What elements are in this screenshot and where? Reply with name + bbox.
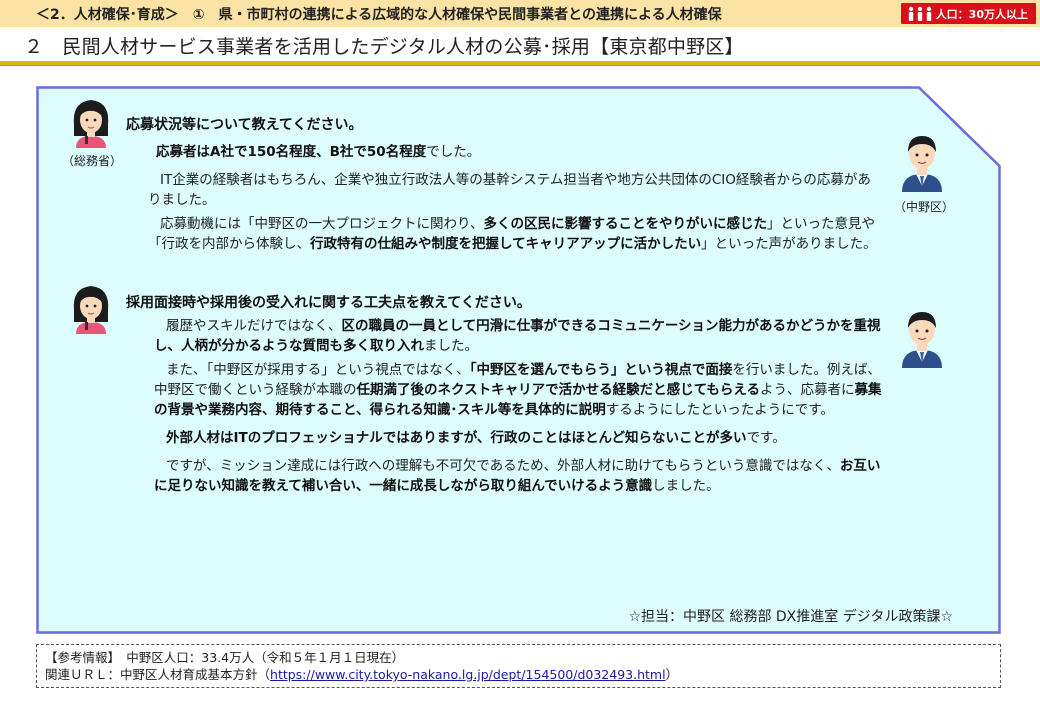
header-band: ＜2．人材確保･育成＞ ① 県・市町村の連携による広域的な人材確保や民間事業者と… (0, 0, 1040, 27)
answer-2-p3-tail: です。 (746, 430, 786, 446)
answer-2-p2-a: また、「中野区が採用する」という視点ではなく、 (166, 362, 470, 378)
answer-2-p4: ですが、ミッション達成には行政への理解も不可欠であるため、外部人材に助けてもらう… (154, 456, 882, 496)
answer-1-p2: IT企業の経験者はもちろん、企業や独立行政法人等の基幹システム担当者や地方公共団… (148, 172, 871, 208)
reference-url-link[interactable]: https://www.city.tokyo-nakano.lg.jp/dept… (270, 667, 666, 682)
breadcrumb: ＜2．人材確保･育成＞ ① 県・市町村の連携による広域的な人材確保や民間事業者と… (36, 7, 722, 23)
answer-1-p3-d: 行政特有の仕組みや制度を把握してキャリアアップに活かしたい (310, 236, 702, 252)
question-1: 応募状況等について教えてください。 (126, 117, 363, 133)
answer-1-p1: 応募者はA社で150名程度、B社で50名程度でした。 (156, 142, 886, 162)
answer-2-p4-c: しました。 (652, 478, 720, 494)
answer-1-p3-e: 」といった声がありました。 (701, 236, 877, 252)
answer-2-p1: 履歴やスキルだけではなく、区の職員の一員として円滑に仕事ができるコミュニケーショ… (154, 316, 882, 356)
reference-url-suffix: ） (665, 667, 679, 682)
interviewer-avatar-icon (73, 100, 109, 148)
answer-2-p3-bold: 外部人材はITのプロフェッショナルではありますが、行政のことはほとんど知らないこ… (166, 430, 747, 446)
question-2: 採用面接時や採用後の受入れに関する工夫点を教えてください。 (126, 295, 531, 311)
answer-2-p2: また、「中野区が採用する」という視点ではなく、「中野区を選んでもらう」という視点… (154, 360, 882, 420)
answer-1-p3-b: 多くの区民に影響することをやりがいに感じた (483, 216, 767, 232)
answer-2-p2-g: するようにしたといったようにです。 (605, 402, 834, 418)
reference-url-prefix: 関連ＵＲＬ：中野区人材育成基本方針（ (45, 667, 271, 682)
answer-1-p3-a: 応募動機には「中野区の一大プロジェクトに関わり、 (160, 216, 484, 232)
respondent-role-label: （中野区） (894, 200, 955, 214)
interviewer-role-label: （総務省） (62, 154, 123, 168)
answer-1-p1-tail: でした。 (426, 144, 481, 160)
answer-2-p1-c: ました。 (424, 338, 478, 354)
answer-1-p1-bold: 応募者はA社で150名程度、B社で50名程度 (156, 144, 427, 160)
contact-info: ☆担当：中野区 総務部 DX推進室 デジタル政策課☆ (628, 609, 953, 625)
answer-2-p2-b: 「中野区を選んでもらう」という視点で面接 (469, 362, 733, 378)
respondent-avatar-icon (902, 136, 942, 192)
reference-box: 【参考情報】 中野区人口：33.4万人（令和５年１月１日現在） 関連ＵＲＬ：中野… (36, 644, 1001, 688)
interviewer-avatar-icon (73, 286, 109, 334)
answer-2-p1-a: 履歴やスキルだけではなく、 (166, 318, 342, 334)
population-badge-label: 人口：30万人以上 (935, 7, 1028, 21)
title-divider (0, 61, 1040, 66)
answer-2-p4-a: ですが、ミッション達成には行政への理解も不可欠であるため、外部人材に助けてもらう… (166, 458, 840, 474)
reference-population: 【参考情報】 中野区人口：33.4万人（令和５年１月１日現在） (45, 650, 405, 665)
answer-1-p3: 応募動機には「中野区の一大プロジェクトに関わり、多くの区民に影響することをやりが… (148, 214, 888, 254)
reference-url-line: 関連ＵＲＬ：中野区人材育成基本方針（https://www.city.tokyo… (45, 666, 992, 683)
interview-panel: （総務省） （中野区） 応募状況等について教えてください。 応募者はA社で150… (36, 86, 1001, 634)
answer-2-p2-d: 任期満了後のネクストキャリアで活かせる経験だと感じてもらえる (356, 382, 761, 398)
page-title: ２ 民間人材サービス事業者を活用したデジタル人材の公募･採用【東京都中野区】 (24, 36, 744, 58)
population-badge: 人口：30万人以上 (900, 3, 1036, 24)
answer-2-p3: 外部人材はITのプロフェッショナルではありますが、行政のことはほとんど知らないこ… (166, 428, 882, 448)
respondent-avatar-icon (902, 312, 942, 368)
people-icon (908, 6, 931, 21)
answer-2-p2-e: よう、応募者に (760, 382, 855, 398)
